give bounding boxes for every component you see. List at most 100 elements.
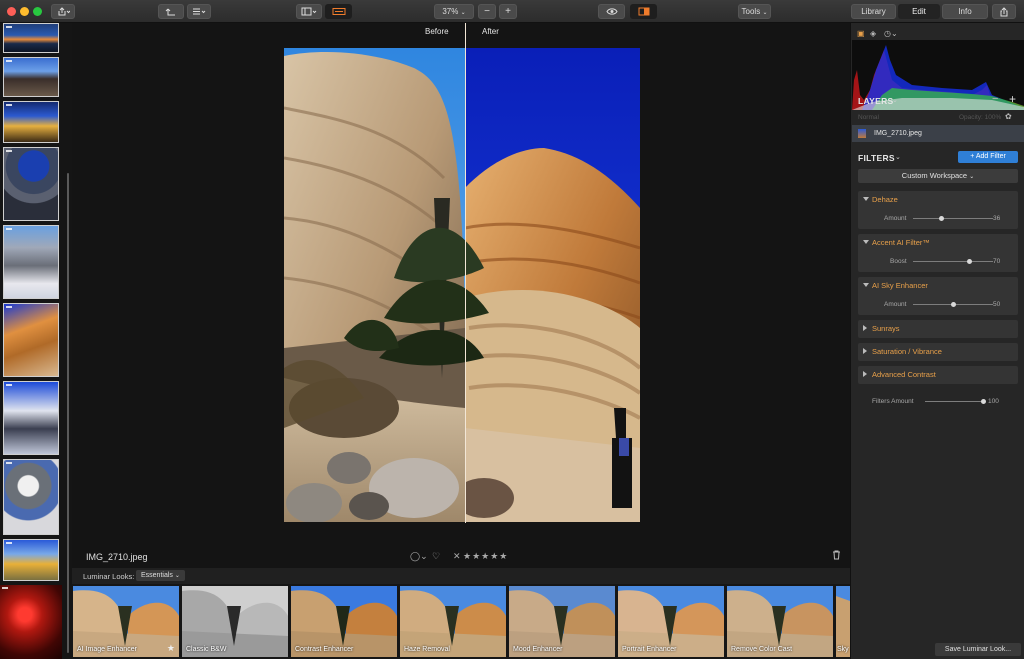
tab-edit[interactable]: Edit (898, 4, 940, 19)
top-toolbar: 37% ⌄ − + Tools ⌄ Library Edit Info (0, 0, 1024, 23)
layers-stack-icon[interactable]: ◈ (870, 29, 876, 38)
add-filter-button[interactable]: + Add Filter (958, 151, 1018, 163)
minimize-window-button[interactable] (20, 7, 29, 16)
export-button[interactable] (51, 4, 75, 19)
filmstrip-thumbnail[interactable] (3, 147, 59, 221)
look-thumbnail[interactable]: Mood Enhancer (509, 586, 615, 657)
filmstrip-thumbnail[interactable] (3, 539, 59, 581)
slider-knob[interactable] (939, 216, 945, 221)
star-rating[interactable]: ★★★★★ (463, 551, 508, 562)
edit-panel: ▣ ◈ ◷⌄ LAYERS ⌄ − + Normal Opacity: 100%… (850, 23, 1024, 659)
chevron-down-icon: ⌄ (174, 573, 180, 579)
look-thumbnail[interactable]: AI Image Enhancer ★ (73, 586, 179, 657)
chevron-down-icon: ⌄ (762, 10, 768, 16)
close-window-button[interactable] (7, 7, 16, 16)
expand-triangle-icon[interactable] (863, 197, 869, 201)
save-luminar-look-button[interactable]: Save Luminar Look... (935, 643, 1021, 656)
filter-ai-sky-enhancer[interactable]: AI Sky Enhancer Amount 50 (858, 277, 1018, 315)
filmstrip-thumbnail[interactable] (0, 585, 62, 659)
tab-info[interactable]: Info (942, 4, 988, 19)
image-info-bar: IMG_2710.jpeg ◯⌄ ♡ ✕ ★★★★★ (72, 548, 850, 568)
eye-icon (605, 8, 618, 16)
expand-triangle-icon[interactable] (863, 325, 867, 331)
luminar-app-window: 37% ⌄ − + Tools ⌄ Library Edit Info Befo… (0, 0, 1024, 659)
looks-category-dropdown[interactable]: Essentials ⌄ (136, 570, 185, 581)
plus-icon: + (505, 6, 511, 17)
history-button[interactable] (187, 4, 211, 19)
clock-icon[interactable]: ◷⌄ (884, 29, 898, 38)
slider-knob[interactable] (966, 259, 972, 264)
expand-triangle-icon[interactable] (863, 240, 869, 244)
filmstrip-sidebar (0, 23, 72, 659)
opacity-field[interactable]: Opacity: 100% (959, 114, 1001, 121)
expand-triangle-icon[interactable] (863, 283, 869, 287)
zoom-window-button[interactable] (33, 7, 42, 16)
undo-button[interactable] (158, 4, 184, 19)
zoom-in-button[interactable]: + (499, 4, 517, 19)
zoom-dropdown[interactable]: 37% ⌄ (434, 4, 474, 19)
filters-amount-slider[interactable] (925, 401, 983, 402)
photo-preview[interactable] (284, 48, 640, 522)
look-thumbnail[interactable]: Contrast Enhancer (291, 586, 397, 657)
chevron-down-icon[interactable]: ⌄ (892, 96, 898, 104)
share-button[interactable] (992, 4, 1016, 19)
look-thumbnail[interactable]: Remove Color Cast (727, 586, 833, 657)
filter-title: Sunrays (872, 324, 900, 333)
export-icon (58, 7, 70, 16)
zoom-value: 37% (442, 7, 459, 16)
filmstrip-thumbnail[interactable] (3, 23, 59, 53)
histogram-toggle-icon[interactable]: ▣ (857, 29, 865, 38)
filter-title: Advanced Contrast (872, 370, 936, 379)
look-label: Portrait Enhancer (622, 646, 677, 653)
remove-layer-button[interactable]: − (992, 93, 998, 105)
chevron-down-icon: ⌄ (460, 10, 466, 16)
add-layer-button[interactable]: + (1009, 92, 1016, 106)
preview-button[interactable] (598, 4, 625, 19)
reject-icon[interactable]: ✕ (453, 551, 461, 562)
filmstrip-thumbnail[interactable] (3, 101, 59, 143)
workspace-dropdown[interactable]: Custom Workspace ⌄ (858, 169, 1018, 183)
slider-knob[interactable] (950, 302, 956, 307)
color-label-circle-icon[interactable]: ◯⌄ (410, 551, 428, 562)
look-thumbnail[interactable]: Haze Removal (400, 586, 506, 657)
landscape-photo (284, 48, 640, 522)
boost-slider[interactable] (913, 261, 993, 262)
filmstrip-thumbnail[interactable] (3, 303, 59, 377)
filmstrip-icon (332, 8, 345, 16)
look-label: Sky (837, 646, 849, 653)
filter-saturation-vibrance[interactable]: Saturation / Vibrance (858, 343, 1018, 361)
filmstrip-thumbnail[interactable] (3, 381, 59, 455)
expand-triangle-icon[interactable] (863, 371, 867, 377)
amount-slider[interactable] (913, 218, 993, 219)
filmstrip-thumbnail[interactable] (3, 225, 59, 299)
tab-library[interactable]: Library (851, 4, 896, 19)
filter-sunrays[interactable]: Sunrays (858, 320, 1018, 338)
tab-library-label: Library (861, 7, 886, 16)
star-icon[interactable]: ★ (167, 643, 175, 654)
chevron-down-icon[interactable]: ⌄ (895, 153, 901, 161)
compare-button[interactable] (630, 4, 657, 19)
trash-icon[interactable] (832, 550, 841, 563)
blend-mode-select[interactable]: Normal (858, 114, 879, 121)
filmstrip-toggle-button[interactable] (325, 4, 352, 19)
zoom-out-button[interactable]: − (478, 4, 496, 19)
look-thumbnail[interactable]: Classic B&W (182, 586, 288, 657)
gear-icon[interactable]: ✿ (1005, 112, 1012, 121)
layer-row[interactable]: IMG_2710.jpeg (852, 125, 1024, 142)
expand-triangle-icon[interactable] (863, 348, 867, 354)
heart-icon[interactable]: ♡ (432, 551, 440, 562)
slider-knob[interactable] (980, 399, 986, 404)
filter-dehaze[interactable]: Dehaze Amount 36 (858, 191, 1018, 229)
filmstrip-thumbnail[interactable] (3, 57, 59, 97)
look-thumbnail[interactable]: Sky (836, 586, 850, 657)
look-label: Classic B&W (186, 646, 227, 653)
filter-advanced-contrast[interactable]: Advanced Contrast (858, 366, 1018, 384)
filmstrip-thumbnail[interactable] (3, 459, 59, 535)
filmstrip-scrollbar[interactable] (67, 173, 69, 653)
minus-icon: − (484, 6, 490, 17)
sidebar-toggle-button[interactable] (296, 4, 322, 19)
before-after-divider[interactable] (465, 23, 466, 523)
tools-dropdown[interactable]: Tools ⌄ (738, 4, 771, 19)
look-thumbnail[interactable]: Portrait Enhancer (618, 586, 724, 657)
filter-accent-ai[interactable]: Accent AI Filter™ Boost 70 (858, 234, 1018, 272)
